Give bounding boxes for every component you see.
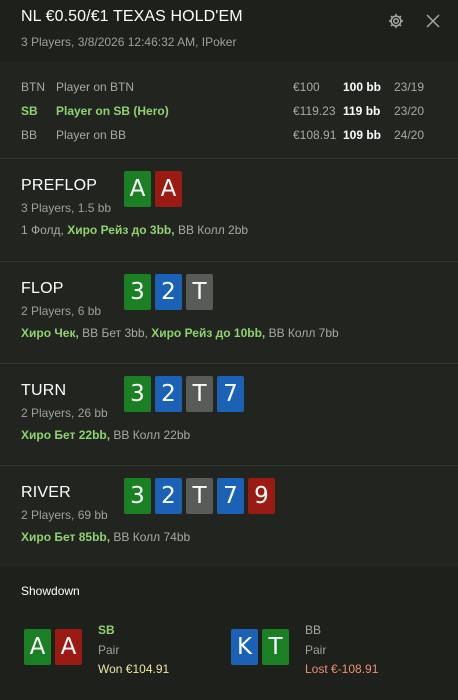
hero-action: Хиро Бет 22bb, [21,428,111,442]
hand-header: NL €0.50/€1 TEXAS HOLD'EM 3 Players, 3/8… [0,0,458,62]
card-7-diamonds: 7 [217,376,244,412]
street-actions: Хиро Чек, BB Бет 3bb, Хиро Рейз до 10bb,… [21,326,339,340]
card-t-clubs: T [186,478,213,514]
street-info: 2 Players, 26 bb [21,406,108,420]
hero-action: Хиро Чек, [21,326,79,340]
hand-title: NL €0.50/€1 TEXAS HOLD'EM [21,8,243,25]
showdown-position: BB [305,623,322,637]
player-stack: €119.23 [293,104,336,118]
card-a-hearts: A [55,629,82,665]
action-text: BB Бет 3bb, [78,326,152,340]
player-stat: 23/19 [394,80,425,94]
street-info: 2 Players, 6 bb [21,304,102,318]
card-t-clubs: T [186,274,213,310]
street-actions: Хиро Бет 85bb, BB Колл 74bb [21,530,190,544]
card-3-spades: 3 [124,274,151,310]
showdown-player-sb: AA SB Pair Won €104.91 [24,621,224,681]
player-position: BB [21,128,38,142]
action-text: BB Колл 74bb [110,530,191,544]
street-preflop: PREFLOP 3 Players, 1.5 bb AA 1 Фолд, Хир… [0,159,458,261]
street-info: 2 Players, 69 bb [21,508,108,522]
card-a-spades: A [24,629,51,665]
hero-action: Хиро Рейз до 10bb, [151,326,266,340]
action-text: BB Колл 7bb [265,326,339,340]
player-position: SB [21,104,38,118]
player-row-btn: BTN Player on BTN €100 100 bb 23/19 [0,77,458,97]
player-row-bb: BB Player on BB €108.91 109 bb 24/20 [0,125,458,145]
action-text: BB Колл 2bb [174,223,249,237]
player-position: BTN [21,80,45,94]
showdown-title: Showdown [21,584,80,598]
player-name: Player on SB (Hero) [56,104,169,118]
player-stack-bb: 109 bb [343,128,382,142]
showdown-player-bb: KT BB Pair Lost €-108.91 [231,621,431,681]
card-t-clubs: T [186,376,213,412]
player-stack: €108.91 [293,128,337,142]
hero-action: Хиро Бет 85bb, [21,530,111,544]
close-icon[interactable] [424,12,442,30]
showdown-position: SB [98,623,115,637]
street-river: RIVER 2 Players, 69 bb 32T79 Хиро Бет 85… [0,466,458,568]
player-name: Player on BB [56,128,127,142]
card-a-hearts: A [155,171,182,207]
street-info: 3 Players, 1.5 bb [21,201,112,215]
card-2-diamonds: 2 [155,376,182,412]
action-text: 1 Фолд, [21,223,68,237]
street-name: PREFLOP [21,177,98,194]
player-stat: 24/20 [394,128,425,142]
showdown-result: Lost €-108.91 [305,662,379,676]
hero-action: Хиро Рейз до 3bb, [67,223,175,237]
showdown-section: Showdown AA SB Pair Won €104.91 KT BB Pa… [0,567,458,700]
showdown-hand: Pair [305,643,327,657]
card-k-diamonds: K [231,629,258,665]
card-3-spades: 3 [124,478,151,514]
street-flop: FLOP 2 Players, 6 bb 32T Хиро Чек, BB Бе… [0,262,458,364]
hand-subtitle: 3 Players, 3/8/2026 12:46:32 AM, IPoker [21,35,237,49]
player-stat: 23/20 [394,104,425,118]
player-stack: €100 [293,80,320,94]
street-actions: Хиро Бет 22bb, BB Колл 22bb [21,428,190,442]
card-2-diamonds: 2 [155,274,182,310]
street-name: RIVER [21,484,71,501]
card-3-spades: 3 [124,376,151,412]
showdown-result: Won €104.91 [98,662,170,676]
player-stack-bb: 100 bb [343,80,382,94]
showdown-hand: Pair [98,643,120,657]
gear-icon[interactable] [387,12,405,30]
street-turn: TURN 2 Players, 26 bb 32T7 Хиро Бет 22bb… [0,364,458,466]
card-t-spades: T [262,629,289,665]
card-9-hearts: 9 [248,478,275,514]
player-name: Player on BTN [56,80,135,94]
street-name: FLOP [21,280,64,297]
players-table: BTN Player on BTN €100 100 bb 23/19 SB P… [0,62,458,158]
action-text: BB Колл 22bb [110,428,191,442]
card-2-diamonds: 2 [155,478,182,514]
street-actions: 1 Фолд, Хиро Рейз до 3bb, BB Колл 2bb [21,223,248,237]
card-a-spades: A [124,171,151,207]
player-row-sb-hero: SB Player on SB (Hero) €119.23 119 bb 23… [0,101,458,121]
player-stack-bb: 119 bb [343,104,381,118]
street-name: TURN [21,382,67,399]
card-7-diamonds: 7 [217,478,244,514]
